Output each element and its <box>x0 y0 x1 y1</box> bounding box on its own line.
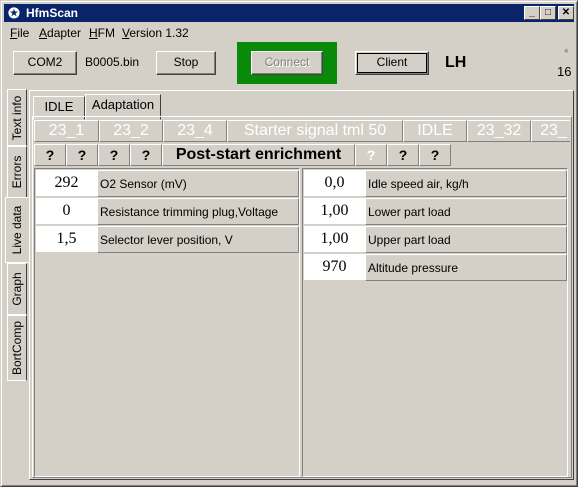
data-row: 1,00 Lower part load <box>304 198 567 225</box>
counter-value: 16 <box>557 64 572 79</box>
maximize-button[interactable]: □ <box>540 6 556 20</box>
data-row: 970 Altitude pressure <box>304 254 567 281</box>
status-cell: ? <box>387 144 419 166</box>
data-value: 292 <box>36 170 97 197</box>
channel-header: IDLE <box>403 120 467 142</box>
status-cell-empty <box>451 144 570 166</box>
status-cell-post-start: Post-start enrichment <box>162 144 355 166</box>
data-value: 1,00 <box>304 226 365 253</box>
channel-header: 23_32 <box>467 120 531 142</box>
data-label: Selector lever position, V <box>97 226 299 253</box>
adaptation-panel: 23_1 23_2 23_4 Starter signal tml 50 IDL… <box>32 116 572 478</box>
modified-indicator: * <box>564 46 569 60</box>
tab-bortcomp[interactable]: BortComp <box>7 315 27 381</box>
tab-errors[interactable]: Errors <box>7 146 27 198</box>
data-value: 0 <box>36 198 97 225</box>
toolbar: COM2 B0005.bin Stop Connect Client LH * … <box>4 41 574 86</box>
data-value: 0,0 <box>304 170 365 197</box>
status-cell: ? <box>98 144 130 166</box>
channel-header: 23_ <box>531 120 570 142</box>
data-value: 1,00 <box>304 198 365 225</box>
channel-header-row: 23_1 23_2 23_4 Starter signal tml 50 IDL… <box>34 120 570 142</box>
window-title: HfmScan <box>26 6 79 20</box>
connect-button[interactable]: Connect <box>251 51 323 75</box>
data-row: 1,5 Selector lever position, V <box>36 226 299 253</box>
client-button[interactable]: Client <box>355 51 429 75</box>
status-row: ? ? ? ? Post-start enrichment ? ? ? <box>34 144 570 166</box>
status-cell: ? <box>34 144 66 166</box>
menu-version[interactable]: Version 1.32 <box>122 26 189 40</box>
data-row: 292 O2 Sensor (mV) <box>36 170 299 197</box>
title-bar: ✪ HfmScan _ □ ✕ <box>4 4 574 22</box>
data-value: 970 <box>304 254 365 281</box>
status-cell: ? <box>355 144 387 166</box>
app-window: ✪ HfmScan _ □ ✕ File Adapter HFM Version… <box>0 0 578 487</box>
menu-hfm[interactable]: HFM <box>89 26 115 40</box>
channel-header: Starter signal tml 50 <box>227 120 403 142</box>
tab-live-data[interactable]: Live data <box>5 197 29 263</box>
channel-header: 23_2 <box>99 120 163 142</box>
data-row: 0 Resistance trimming plug,Voltage <box>36 198 299 225</box>
data-label: Lower part load <box>365 198 567 225</box>
tab-text-info[interactable]: Text info <box>7 89 27 146</box>
menu-bar: File Adapter HFM Version 1.32 <box>4 23 574 41</box>
com-port-button[interactable]: COM2 <box>13 51 77 75</box>
file-name-label: B0005.bin <box>85 55 140 69</box>
status-cell: ? <box>66 144 98 166</box>
status-cell: ? <box>130 144 162 166</box>
data-label: Idle speed air, kg/h <box>365 170 567 197</box>
data-label: O2 Sensor (mV) <box>97 170 299 197</box>
minimize-button[interactable]: _ <box>524 6 540 20</box>
data-row: 1,00 Upper part load <box>304 226 567 253</box>
data-label: Upper part load <box>365 226 567 253</box>
data-label: Altitude pressure <box>365 254 567 281</box>
menu-file[interactable]: File <box>10 26 29 40</box>
connect-status-frame: Connect <box>237 42 337 84</box>
menu-adapter[interactable]: Adapter <box>39 26 81 40</box>
channel-header: 23_1 <box>34 120 99 142</box>
right-data-panel: 0,0 Idle speed air, kg/h 1,00 Lower part… <box>302 168 568 477</box>
data-value: 1,5 <box>36 226 97 253</box>
stop-button[interactable]: Stop <box>156 51 216 75</box>
data-label: Resistance trimming plug,Voltage <box>97 198 299 225</box>
close-button[interactable]: ✕ <box>558 6 574 20</box>
status-cell: ? <box>419 144 451 166</box>
left-data-panel: 292 O2 Sensor (mV) 0 Resistance trimming… <box>34 168 300 477</box>
side-tab-strip: Text info Errors Live data Graph BortCom… <box>5 89 29 389</box>
channel-header: 23_4 <box>163 120 227 142</box>
data-row: 0,0 Idle speed air, kg/h <box>304 170 567 197</box>
mode-label: LH <box>445 54 467 71</box>
mercedes-star-icon[interactable]: ✪ <box>6 5 22 21</box>
tab-graph[interactable]: Graph <box>7 263 27 315</box>
